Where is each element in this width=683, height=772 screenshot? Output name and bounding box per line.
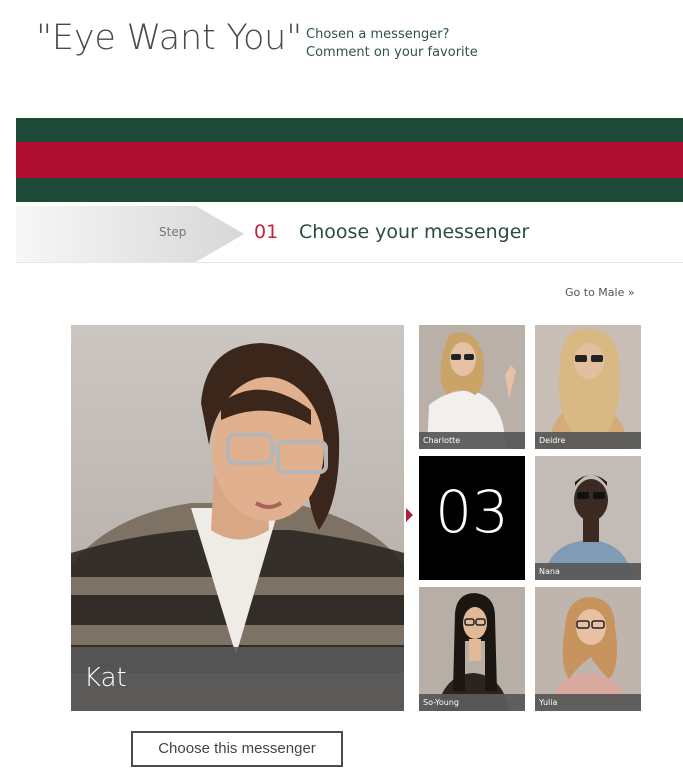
green-stripe-bottom xyxy=(16,178,683,202)
thumb-name: So-Young xyxy=(419,694,525,711)
thumb-portrait xyxy=(419,325,525,449)
selected-messenger-number: 03 xyxy=(419,456,525,580)
messenger-thumb-charlotte[interactable]: Charlotte xyxy=(419,325,525,449)
selection-pointer-icon xyxy=(406,508,413,522)
thumb-name: Nana xyxy=(535,563,641,580)
thumb-name: Deidre xyxy=(535,432,641,449)
comment-prompt-line2[interactable]: Comment on your favorite xyxy=(306,44,478,62)
featured-name: Kat xyxy=(84,663,127,693)
green-stripe-top xyxy=(16,118,683,142)
thumb-portrait xyxy=(535,456,641,580)
thumb-portrait xyxy=(535,325,641,449)
messenger-thumb-deidre[interactable]: Deidre xyxy=(535,325,641,449)
comment-prompt-line1[interactable]: Chosen a messenger? xyxy=(306,26,478,44)
step-arrow xyxy=(16,206,244,262)
step-number: 01 xyxy=(254,221,279,243)
messenger-number: 03 xyxy=(435,478,509,546)
messenger-thumb-so-young[interactable]: So-Young xyxy=(419,587,525,711)
page-title: "Eye Want You" xyxy=(36,18,303,58)
thumb-name: Charlotte xyxy=(419,432,525,449)
featured-name-bar: Kat xyxy=(71,647,404,711)
featured-messenger-photo: Kat xyxy=(71,325,404,711)
comment-prompt[interactable]: Chosen a messenger? Comment on your favo… xyxy=(306,26,478,62)
messenger-thumb-yulia[interactable]: Yulia xyxy=(535,587,641,711)
go-to-male-link[interactable]: Go to Male » xyxy=(565,286,635,299)
thumb-name: Yulia xyxy=(535,694,641,711)
step-bar: Step 01 Choose your messenger xyxy=(16,206,683,263)
campaign-page: "Eye Want You" Chosen a messenger? Comme… xyxy=(0,0,683,772)
step-label: Step xyxy=(159,225,187,239)
choose-messenger-button[interactable]: Choose this messenger xyxy=(131,731,343,767)
red-stripe xyxy=(16,142,683,178)
step-title: Choose your messenger xyxy=(299,221,530,243)
messenger-thumb-nana[interactable]: Nana xyxy=(535,456,641,580)
thumb-portrait xyxy=(419,587,525,711)
thumb-portrait xyxy=(535,587,641,711)
